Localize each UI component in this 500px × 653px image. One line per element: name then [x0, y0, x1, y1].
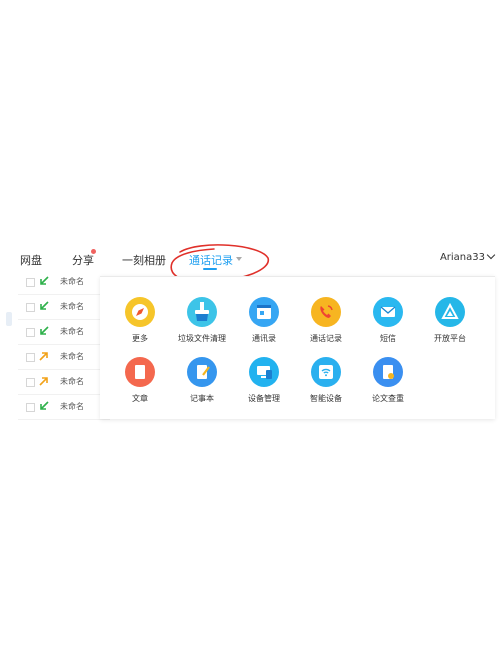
app-label: 短信 [380, 334, 396, 343]
app-device-manager[interactable]: 设备管理 [232, 357, 296, 404]
chevron-down-icon[interactable] [236, 257, 242, 261]
file-row[interactable]: 未命名 [18, 395, 110, 420]
file-row[interactable]: 未命名 [18, 345, 110, 370]
app-more[interactable]: 更多 [108, 297, 172, 344]
app-notepad[interactable]: 记事本 [170, 357, 234, 404]
incoming-arrow-icon [40, 301, 49, 310]
incoming-arrow-icon [40, 276, 49, 285]
device-icon [249, 357, 279, 387]
user-menu[interactable]: Ariana33 [439, 250, 496, 263]
app-label: 更多 [132, 334, 148, 343]
outgoing-arrow-icon [39, 352, 48, 361]
phone-icon [311, 297, 341, 327]
file-name: 未命名 [60, 327, 84, 336]
file-name: 未命名 [60, 352, 84, 361]
nav-tab-share[interactable]: 分享 [72, 252, 94, 268]
file-name: 未命名 [60, 302, 84, 311]
app-label: 开放平台 [434, 334, 466, 343]
compass-icon [125, 297, 155, 327]
file-name: 未命名 [60, 277, 84, 286]
app-article[interactable]: 文章 [108, 357, 172, 404]
row-checkbox[interactable] [26, 403, 35, 412]
app-label: 记事本 [190, 394, 214, 403]
file-name: 未命名 [60, 402, 84, 411]
file-row[interactable]: 未命名 [18, 370, 110, 395]
cleaner-icon [187, 297, 217, 327]
file-row[interactable]: 未命名 [18, 295, 110, 320]
incoming-arrow-icon [40, 326, 49, 335]
message-icon [373, 297, 403, 327]
app-label: 垃圾文件清理 [178, 334, 226, 343]
contacts-icon [249, 297, 279, 327]
app-paper-check[interactable]: 论文查重 [356, 357, 420, 404]
file-name: 未命名 [60, 377, 84, 386]
active-tab-indicator [203, 268, 217, 270]
app-sms[interactable]: 短信 [356, 297, 420, 344]
notification-dot [91, 249, 96, 254]
app-open-platform[interactable]: 开放平台 [418, 297, 482, 344]
chevron-down-icon [486, 250, 496, 260]
app-label: 文章 [132, 394, 148, 403]
notepad-icon [187, 357, 217, 387]
app-label: 通讯录 [252, 334, 276, 343]
app-label: 设备管理 [248, 394, 280, 403]
file-row[interactable]: 未命名 [18, 270, 110, 295]
wifi-icon [311, 357, 341, 387]
nav-tab-netdisk[interactable]: 网盘 [20, 252, 42, 268]
username: Ariana33 [439, 252, 485, 263]
file-row[interactable]: 未命名 [18, 320, 110, 345]
row-checkbox[interactable] [26, 303, 35, 312]
platform-icon [435, 297, 465, 327]
nav-tab-album[interactable]: 一刻相册 [122, 252, 166, 268]
row-checkbox[interactable] [26, 378, 35, 387]
app-smart-device[interactable]: 智能设备 [294, 357, 358, 404]
app-contacts[interactable]: 通讯录 [232, 297, 296, 344]
row-checkbox[interactable] [26, 353, 35, 362]
row-checkbox[interactable] [26, 328, 35, 337]
row-checkbox[interactable] [26, 278, 35, 287]
app-menu-panel: 更多 垃圾文件清理 通讯录 通话记录 短信 开放平台 文章 记事本 设备管理 智… [100, 276, 495, 419]
paper-check-icon [373, 357, 403, 387]
article-icon [125, 357, 155, 387]
app-junk-cleaner[interactable]: 垃圾文件清理 [170, 297, 234, 344]
nav-tab-call-log[interactable]: 通话记录 [189, 252, 233, 268]
app-label: 通话记录 [310, 334, 342, 343]
sidebar-collapse-tab[interactable] [6, 312, 12, 326]
outgoing-arrow-icon [39, 377, 48, 386]
app-label: 论文查重 [372, 394, 404, 403]
app-label: 智能设备 [310, 394, 342, 403]
file-list: 未命名 未命名 未命名 未命名 未命名 未命名 [18, 270, 110, 420]
app-call-log[interactable]: 通话记录 [294, 297, 358, 344]
incoming-arrow-icon [40, 401, 49, 410]
